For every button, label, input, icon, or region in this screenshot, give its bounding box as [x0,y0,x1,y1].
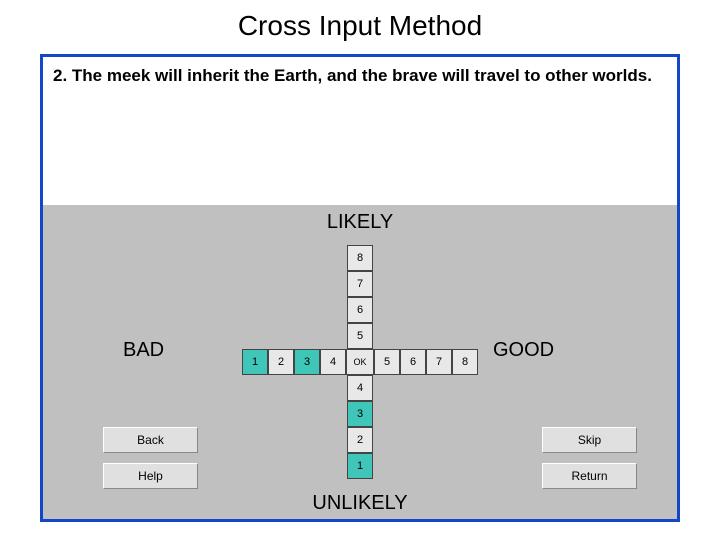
axis-label-bottom: UNLIKELY [312,492,407,515]
axis-label-left: BAD [123,339,164,362]
cell-bottom-3[interactable]: 3 [347,401,373,427]
app-frame: 2. The meek will inherit the Earth, and … [40,54,680,522]
cell-top-6[interactable]: 6 [347,297,373,323]
cell-right-6[interactable]: 6 [400,349,426,375]
cell-right-5[interactable]: 5 [374,349,400,375]
axis-label-top: LIKELY [327,211,393,234]
cell-bottom-1[interactable]: 1 [347,453,373,479]
return-button[interactable]: Return [542,463,637,489]
back-button[interactable]: Back [103,427,198,453]
cell-top-8[interactable]: 8 [347,245,373,271]
help-button[interactable]: Help [103,463,198,489]
center-cell[interactable]: OK [346,349,374,375]
cell-bottom-4[interactable]: 4 [347,375,373,401]
cell-right-8[interactable]: 8 [452,349,478,375]
rating-area: LIKELY UNLIKELY BAD GOOD OK8765432112345… [43,205,677,519]
cell-left-4[interactable]: 4 [320,349,346,375]
axis-label-right: GOOD [493,339,554,362]
cell-left-1[interactable]: 1 [242,349,268,375]
cell-bottom-2[interactable]: 2 [347,427,373,453]
cell-top-7[interactable]: 7 [347,271,373,297]
skip-button[interactable]: Skip [542,427,637,453]
cell-top-5[interactable]: 5 [347,323,373,349]
page-title: Cross Input Method [0,0,720,54]
question-text: 2. The meek will inherit the Earth, and … [43,57,677,205]
cell-left-3[interactable]: 3 [294,349,320,375]
cell-right-7[interactable]: 7 [426,349,452,375]
cell-left-2[interactable]: 2 [268,349,294,375]
